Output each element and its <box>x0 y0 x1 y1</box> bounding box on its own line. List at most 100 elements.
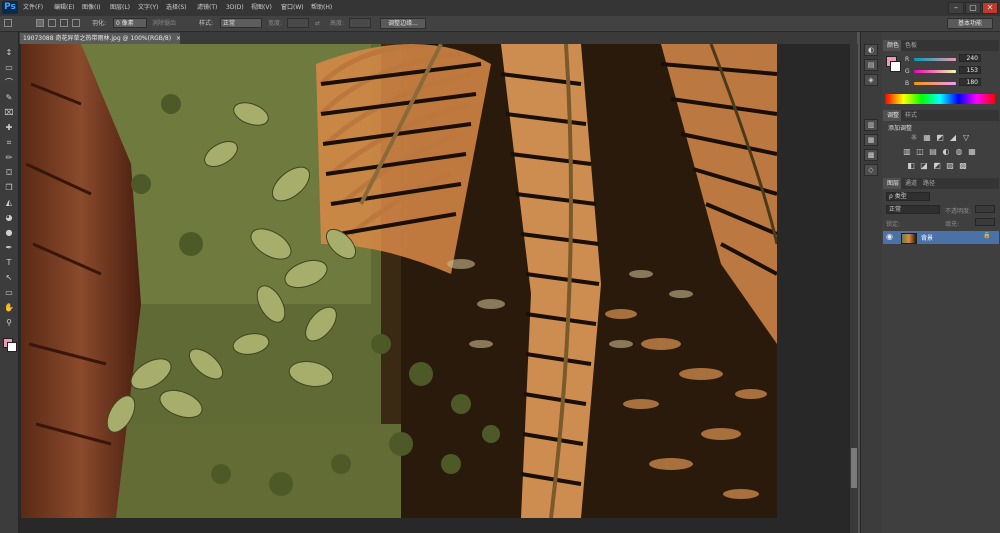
eraser-tool-icon[interactable]: ◭ <box>4 198 14 208</box>
spot-heal-tool-icon[interactable]: ⌗ <box>4 138 14 148</box>
gradient-tool-icon[interactable]: ◕ <box>4 213 14 223</box>
opacity-input[interactable] <box>975 205 995 213</box>
menu-3d[interactable]: 3D(D) <box>226 3 244 13</box>
menu-type[interactable]: 文字(Y) <box>138 3 158 13</box>
menu-view[interactable]: 视图(V) <box>251 3 272 13</box>
eye-icon[interactable]: ◉ <box>886 232 893 241</box>
menu-image[interactable]: 图像(I) <box>82 3 100 13</box>
workspace-switcher[interactable]: 基本功能 <box>947 18 993 29</box>
photoshop-logo: Ps <box>2 1 18 14</box>
blend-mode-select[interactable]: 正常 <box>886 205 940 214</box>
menu-filter[interactable]: 滤镜(T) <box>197 3 217 13</box>
add-adjustment-title: 添加调整 <box>888 125 913 132</box>
move-tool-icon[interactable]: ↕ <box>4 48 14 58</box>
adjustment-icon[interactable]: ▽ <box>961 133 971 142</box>
vertical-scroll-thumb[interactable] <box>851 448 857 488</box>
menu-select[interactable]: 选择(S) <box>166 3 187 13</box>
lasso-tool-icon[interactable]: ⌒ <box>4 78 14 88</box>
type-tool-icon[interactable]: T <box>4 258 14 268</box>
brush-tool-icon[interactable]: ✏ <box>4 153 14 163</box>
antialias-checkbox[interactable]: 消除锯齿 <box>152 19 176 28</box>
red-slider[interactable] <box>914 58 956 61</box>
menu-file[interactable]: 文件(F) <box>23 3 43 13</box>
close-tab-icon[interactable]: × <box>176 35 180 42</box>
tab-paths[interactable]: 路径 <box>919 178 940 189</box>
adjustment-icon[interactable]: ◢ <box>948 133 958 142</box>
tab-swatches[interactable]: 色板 <box>901 40 922 51</box>
layer-thumbnail <box>901 233 917 244</box>
dock-panel-icon[interactable]: ▥ <box>864 119 878 131</box>
adjustment-icon[interactable]: ▨ <box>945 161 955 170</box>
adjustment-icon[interactable]: ◍ <box>954 147 964 156</box>
blur-tool-icon[interactable]: ● <box>4 228 14 238</box>
fill-input[interactable] <box>975 218 995 226</box>
hand-tool-icon[interactable]: ✋ <box>4 303 14 313</box>
layer-name[interactable]: 背景 <box>921 233 933 242</box>
blue-slider[interactable] <box>914 82 956 85</box>
history-brush-tool-icon[interactable]: ❐ <box>4 183 14 193</box>
pen-tool-icon[interactable]: ✒ <box>4 243 14 253</box>
adjustment-icon[interactable]: ◪ <box>919 161 929 170</box>
adjustment-icon[interactable]: ▥ <box>902 147 912 156</box>
crop-tool-icon[interactable]: ⌧ <box>4 108 14 118</box>
document-tab[interactable]: 19073088 奇花异草之热带雨林.jpg @ 100%(RGB/8) × <box>20 33 180 44</box>
dock-panel-icon[interactable]: ◐ <box>864 44 878 56</box>
restore-button[interactable]: ▢ <box>965 2 981 14</box>
green-slider[interactable] <box>914 70 956 73</box>
close-window-button[interactable]: ✕ <box>982 2 998 14</box>
adjustment-icon[interactable]: ▩ <box>958 161 968 170</box>
refine-edge-button[interactable]: 调整边缘... <box>380 18 426 29</box>
adjustment-icon[interactable]: ◩ <box>935 133 945 142</box>
height-input[interactable] <box>349 18 371 28</box>
layer-row-background[interactable]: ◉ 背景 🔒 <box>883 231 999 244</box>
eyedropper-tool-icon[interactable]: ✚ <box>4 123 14 133</box>
menu-layer[interactable]: 图层(L) <box>110 3 130 13</box>
swap-icon[interactable]: ⇄ <box>315 19 320 28</box>
document-canvas[interactable] <box>21 44 777 518</box>
add-selection-icon[interactable] <box>48 19 56 27</box>
quick-select-tool-icon[interactable]: ✎ <box>4 93 14 103</box>
dock-panel-icon[interactable]: ▤ <box>864 59 878 71</box>
tab-color[interactable]: 颜色 <box>883 40 904 51</box>
dock-panel-icon[interactable]: ◇ <box>864 164 878 176</box>
adjustment-icon[interactable]: ▦ <box>922 133 932 142</box>
marquee-tool-icon[interactable]: ▭ <box>4 63 14 73</box>
menu-edit[interactable]: 编辑(E) <box>54 3 74 13</box>
blue-value[interactable]: 180 <box>959 78 981 86</box>
marquee-preset-icon[interactable] <box>4 19 12 27</box>
color-spectrum-ramp[interactable] <box>885 94 995 104</box>
toolbar-background-color[interactable] <box>7 342 17 352</box>
tab-adjustments[interactable]: 调整 <box>883 110 904 121</box>
tab-layers[interactable]: 图层 <box>883 178 904 189</box>
adjustment-icon[interactable]: ☼ <box>909 133 919 142</box>
shape-tool-icon[interactable]: ▭ <box>4 288 14 298</box>
background-swatch[interactable] <box>890 61 901 72</box>
feather-input[interactable]: 0 像素 <box>113 18 147 28</box>
dock-panel-icon[interactable]: ▦ <box>864 134 878 146</box>
adjustment-icon[interactable]: ◐ <box>941 147 951 156</box>
fill-label: 填充: <box>945 221 960 228</box>
adjustment-icon[interactable]: ◫ <box>915 147 925 156</box>
layer-filter-select[interactable]: ρ 类型 <box>886 192 930 201</box>
menu-window[interactable]: 窗口(W) <box>281 3 304 13</box>
new-selection-icon[interactable] <box>36 19 44 27</box>
red-value[interactable]: 240 <box>959 54 981 62</box>
zoom-tool-icon[interactable]: ⚲ <box>4 318 14 328</box>
subtract-selection-icon[interactable] <box>60 19 68 27</box>
tab-channels[interactable]: 通道 <box>901 178 922 189</box>
minimize-button[interactable]: – <box>948 2 964 14</box>
stamp-tool-icon[interactable]: ⛋ <box>4 168 14 178</box>
adjustment-icon[interactable]: ◧ <box>906 161 916 170</box>
style-select[interactable]: 正常 <box>220 18 262 28</box>
path-select-tool-icon[interactable]: ↖ <box>4 273 14 283</box>
tab-styles[interactable]: 样式 <box>901 110 922 121</box>
width-input[interactable] <box>287 18 309 28</box>
menu-help[interactable]: 帮助(H) <box>311 3 332 13</box>
green-value[interactable]: 153 <box>959 66 981 74</box>
dock-panel-icon[interactable]: ▩ <box>864 149 878 161</box>
intersect-selection-icon[interactable] <box>72 19 80 27</box>
adjustment-icon[interactable]: ◩ <box>932 161 942 170</box>
dock-panel-icon[interactable]: ◈ <box>864 74 878 86</box>
adjustment-icon[interactable]: ▤ <box>928 147 938 156</box>
adjustment-icon[interactable]: ▦ <box>967 147 977 156</box>
